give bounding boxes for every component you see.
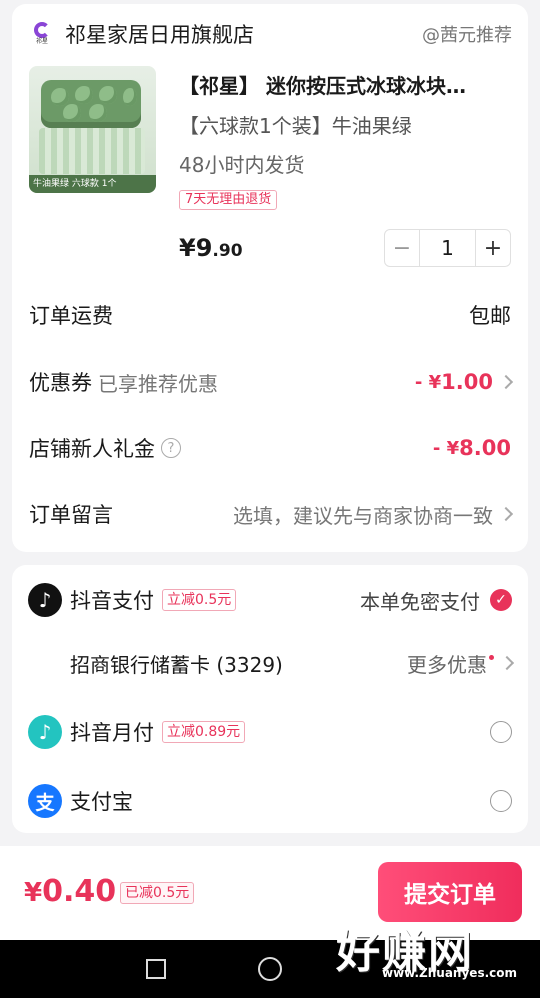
douyin-monthly-discount-tag: 立减0.89元: [162, 721, 246, 743]
gift-label: 店铺新人礼金: [29, 437, 155, 461]
alipay-name: 支付宝: [70, 790, 133, 814]
douyin-monthly-option[interactable]: ♪ 抖音月付 立减0.89元: [28, 712, 512, 752]
bank-card-name: 招商银行储蓄卡 (3329): [70, 652, 283, 677]
coupon-status: 已享推荐优惠: [98, 371, 218, 396]
recommender-label: @茜元推荐: [422, 25, 512, 46]
shipping-time: 48小时内发货: [179, 153, 305, 177]
coupon-label: 优惠券: [29, 371, 92, 395]
douyin-pay-discount-tag: 立减0.5元: [162, 589, 237, 611]
ice-box-graphic: [39, 128, 145, 174]
douyin-pay-name: 抖音支付: [70, 589, 154, 613]
gift-discount: - ¥8.00: [432, 436, 511, 460]
product-image[interactable]: 牛油果绿 六球款 1个: [29, 66, 156, 193]
alipay-icon: 支: [28, 784, 62, 818]
selected-check-icon[interactable]: ✓: [490, 589, 512, 611]
alipay-option[interactable]: 支 支付宝: [28, 781, 512, 821]
chevron-right-icon: [498, 506, 514, 522]
increase-quantity-button[interactable]: +: [475, 230, 510, 266]
bank-card-option[interactable]: 招商银行储蓄卡 (3329) 更多优惠: [28, 643, 515, 683]
store-header[interactable]: 祁星 祁星家居日用旗舰店 @茜元推荐: [29, 16, 512, 52]
order-note-input[interactable]: 选填，建议先与商家协商一致: [233, 500, 514, 529]
freight-row: 订单运费 包邮: [29, 295, 511, 335]
decrease-quantity-button[interactable]: −: [385, 230, 420, 266]
watermark: 好赚网 www.Zhuanyes.com: [336, 927, 517, 980]
douyin-monthly-radio[interactable]: [490, 721, 512, 743]
product-price: ¥9.90: [179, 234, 243, 262]
saved-amount-badge: 已减0.5元: [120, 882, 195, 904]
coupon-row[interactable]: 优惠券 已享推荐优惠 - ¥1.00: [29, 362, 514, 402]
home-icon[interactable]: [258, 957, 282, 981]
price-integer: 9: [195, 234, 213, 262]
payment-card: ♪ 抖音支付 立减0.5元 本单免密支付 ✓ 招商银行储蓄卡 (3329) 更多…: [12, 565, 528, 833]
product-image-caption: 牛油果绿 六球款 1个: [29, 175, 156, 193]
return-policy-badge: 7天无理由退货: [179, 190, 278, 210]
product-title[interactable]: 【祁星】 迷你按压式冰球冰块…: [179, 70, 519, 99]
alipay-radio[interactable]: [490, 790, 512, 812]
store-name[interactable]: 祁星家居日用旗舰店: [65, 19, 254, 49]
douyin-pay-icon: ♪: [28, 583, 62, 617]
recent-apps-icon[interactable]: [146, 959, 166, 979]
quantity-value[interactable]: 1: [420, 230, 475, 266]
system-nav-bar: 好赚网 www.Zhuanyes.com: [0, 927, 540, 998]
chevron-right-icon: [498, 374, 514, 390]
notification-dot-icon: [489, 654, 494, 660]
chevron-right-icon: [499, 655, 515, 671]
note-label: 订单留言: [29, 503, 113, 527]
douyin-pay-option[interactable]: ♪ 抖音支付 立减0.5元 本单免密支付 ✓: [28, 580, 512, 620]
store-logo: 祁星: [29, 21, 55, 47]
submit-order-button[interactable]: 提交订单: [378, 862, 522, 922]
more-deals-link[interactable]: 更多优惠: [407, 649, 515, 678]
new-customer-gift-row: 店铺新人礼金 ? - ¥8.00: [29, 428, 511, 468]
price-symbol: ¥: [179, 234, 196, 262]
douyin-monthly-name: 抖音月付: [70, 721, 154, 745]
order-card: 祁星 祁星家居日用旗舰店 @茜元推荐 牛油果绿 六球款 1个 【祁星】 迷你按压…: [12, 4, 528, 552]
password-free-label: 本单免密支付 ✓: [360, 586, 512, 615]
quantity-stepper: − 1 +: [384, 229, 511, 267]
help-icon[interactable]: ?: [161, 438, 181, 458]
freight-value: 包邮: [469, 304, 511, 328]
order-note-row[interactable]: 订单留言 选填，建议先与商家协商一致: [29, 494, 514, 534]
price-decimal: .90: [212, 241, 243, 261]
freight-label: 订单运费: [29, 304, 113, 328]
douyin-monthly-icon: ♪: [28, 715, 62, 749]
total-price: ¥0.40: [24, 874, 117, 909]
product-variant[interactable]: 【六球款1个装】牛油果绿: [179, 110, 412, 139]
coupon-discount: - ¥1.00: [415, 370, 514, 394]
